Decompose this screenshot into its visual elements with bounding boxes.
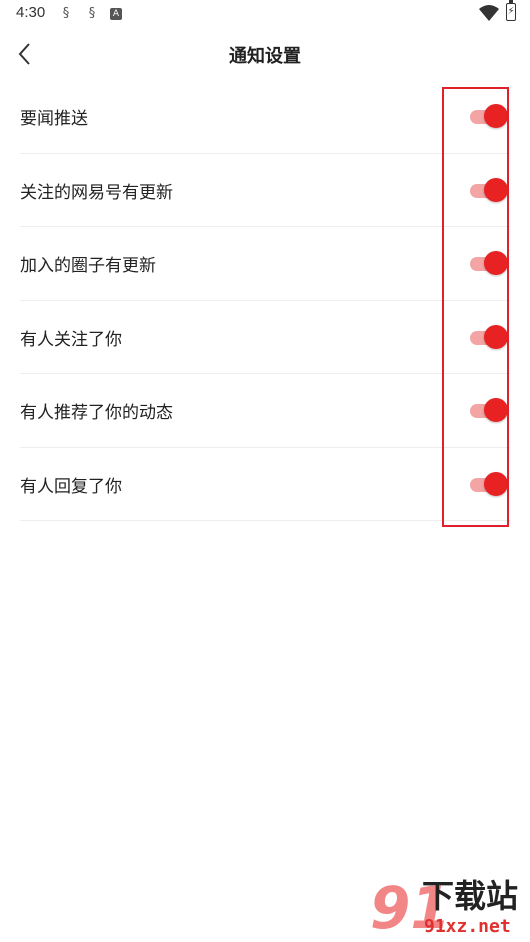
nav-bar: 通知设置 — [0, 30, 530, 78]
setting-label: 要闻推送 — [20, 109, 88, 129]
toggle-switch[interactable] — [470, 104, 508, 128]
status-bar: 4:30 § § A ⚡ — [0, 0, 530, 30]
notification-a-icon: A — [110, 8, 122, 20]
watermark-logo: 91 下载站 91xz.net — [370, 876, 530, 942]
toggle-knob — [484, 104, 508, 128]
setting-row-reply-received: 有人回复了你 — [20, 448, 510, 521]
toggle-switch[interactable] — [470, 177, 508, 202]
settings-list: 要闻推送 关注的网易号有更新 加入的圈子有更新 有人关注了你 有人推荐了你的动态 — [0, 80, 530, 521]
setting-label: 加入的圈子有更新 — [20, 256, 156, 276]
page-title: 通知设置 — [229, 46, 301, 67]
setting-row-joined-circle-update: 加入的圈子有更新 — [20, 227, 510, 301]
status-time: 4:30 — [16, 4, 46, 21]
notification-app-icon: § — [88, 6, 96, 21]
toggle-switch[interactable] — [470, 398, 508, 422]
toggle-switch[interactable] — [470, 324, 508, 349]
watermark-title: 下载站 — [422, 877, 519, 915]
toggle-knob — [484, 251, 508, 275]
toggle-knob — [484, 471, 508, 496]
setting-row-headline-push: 要闻推送 — [20, 80, 510, 154]
toggle-knob — [484, 398, 508, 422]
battery-charging-icon: ⚡ — [506, 0, 516, 21]
setting-row-new-follower: 有人关注了你 — [20, 301, 510, 374]
watermark-url: 91xz.net — [424, 916, 511, 937]
toggle-knob — [484, 177, 508, 202]
setting-label: 有人关注了你 — [20, 329, 122, 350]
toggle-knob — [484, 324, 508, 349]
toggle-switch[interactable] — [470, 471, 508, 496]
toggle-switch[interactable] — [470, 251, 508, 275]
setting-row-followed-account-update: 关注的网易号有更新 — [20, 154, 510, 227]
wifi-icon — [479, 5, 499, 21]
setting-label: 关注的网易号有更新 — [20, 182, 173, 203]
notification-app-icon: § — [62, 6, 70, 21]
setting-label: 有人推荐了你的动态 — [20, 403, 173, 423]
setting-label: 有人回复了你 — [20, 476, 122, 497]
setting-row-post-recommended: 有人推荐了你的动态 — [20, 374, 510, 448]
